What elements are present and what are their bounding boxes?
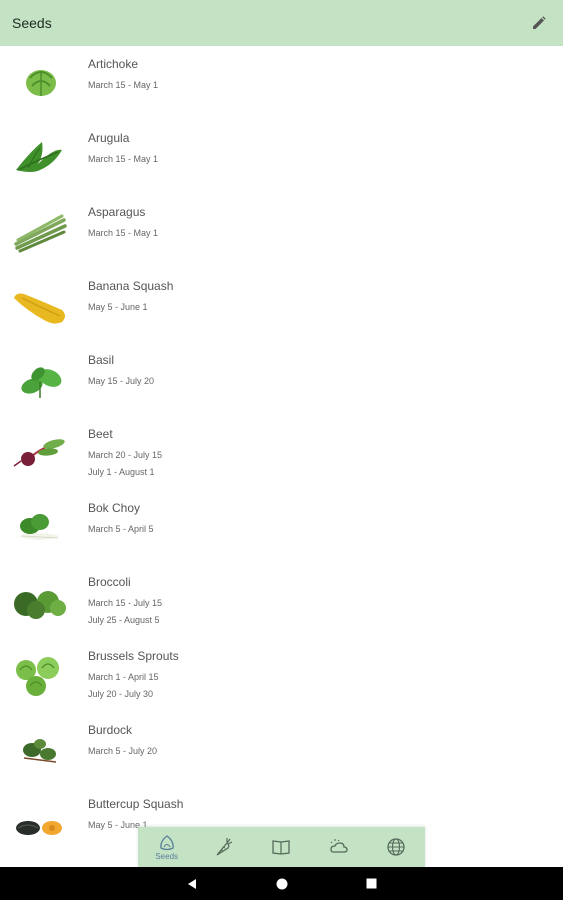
book-icon bbox=[272, 840, 291, 855]
planting-dates: March 15 - May 1 bbox=[88, 77, 158, 94]
back-icon bbox=[187, 878, 196, 889]
carrot-icon bbox=[216, 838, 233, 856]
page-title: Seeds bbox=[12, 15, 52, 31]
broccoli-image bbox=[14, 591, 66, 619]
date-range: July 1 - August 1 bbox=[88, 467, 155, 477]
seed-name: Brussels Sprouts bbox=[88, 649, 179, 663]
date-range: July 20 - July 30 bbox=[88, 689, 154, 699]
banana-squash-image bbox=[14, 293, 65, 324]
seed-name: Banana Squash bbox=[88, 279, 174, 293]
planting-dates: March 15 - May 1 bbox=[88, 225, 158, 242]
home-icon bbox=[276, 878, 287, 889]
seed-item-artichoke[interactable]: Artichoke March 15 - May 1 bbox=[0, 46, 563, 120]
date-range: March 5 - July 20 bbox=[88, 746, 158, 756]
seed-item-beet[interactable]: Beet March 20 - July 15 July 1 - August … bbox=[0, 416, 563, 490]
seed-item-arugula[interactable]: Arugula March 15 - May 1 bbox=[0, 120, 563, 194]
nav-globe[interactable] bbox=[368, 827, 424, 867]
planting-dates: March 20 - July 15 July 1 - August 1 bbox=[88, 447, 162, 481]
globe-icon bbox=[387, 838, 405, 856]
planting-dates: May 5 - June 1 bbox=[88, 299, 148, 316]
planting-dates: May 15 - July 20 bbox=[88, 373, 154, 390]
nav-label: Seeds bbox=[155, 852, 179, 861]
seed-item-basil[interactable]: Basil May 15 - July 20 bbox=[0, 342, 563, 416]
planting-dates: March 5 - April 5 bbox=[88, 521, 154, 538]
weather-icon bbox=[330, 839, 348, 853]
date-range: March 15 - July 15 bbox=[88, 598, 163, 608]
seed-item-burdock[interactable]: Burdock March 5 - July 20 bbox=[0, 712, 563, 786]
seed-name: Buttercup Squash bbox=[88, 797, 184, 811]
app-bar: Seeds bbox=[0, 0, 563, 46]
bottom-navigation: Seeds bbox=[138, 827, 425, 867]
bok-choy-image bbox=[18, 514, 60, 540]
date-range: March 20 - July 15 bbox=[88, 450, 163, 460]
seed-list: Artichoke March 15 - May 1 Arugula March… bbox=[0, 46, 563, 867]
nav-seeds[interactable]: Seeds bbox=[139, 827, 195, 867]
date-range: March 5 - April 5 bbox=[88, 524, 154, 534]
seed-name: Artichoke bbox=[88, 57, 139, 71]
nav-journal[interactable] bbox=[253, 827, 309, 867]
planting-dates: March 5 - July 20 bbox=[88, 743, 157, 760]
seed-item-broccoli[interactable]: Broccoli March 15 - July 15 July 25 - Au… bbox=[0, 564, 563, 638]
home-button[interactable] bbox=[252, 867, 312, 900]
seed-icon bbox=[159, 835, 174, 851]
seed-item-brussels-sprouts[interactable]: Brussels Sprouts March 1 - April 15 July… bbox=[0, 638, 563, 712]
back-button[interactable] bbox=[162, 867, 222, 900]
seed-name: Basil bbox=[88, 353, 115, 367]
basil-image bbox=[21, 367, 62, 398]
seed-name: Burdock bbox=[88, 723, 133, 737]
planting-dates: March 15 - July 15 July 25 - August 5 bbox=[88, 595, 162, 629]
seed-name: Bok Choy bbox=[88, 501, 141, 515]
seed-name: Asparagus bbox=[88, 205, 146, 219]
artichoke-image bbox=[26, 70, 56, 96]
date-range: March 1 - April 15 bbox=[88, 672, 159, 682]
date-range: May 15 - July 20 bbox=[88, 376, 155, 386]
asparagus-image bbox=[14, 214, 67, 253]
arugula-image bbox=[16, 142, 62, 172]
buttercup-squash-image bbox=[16, 821, 62, 835]
nav-weather[interactable] bbox=[311, 827, 367, 867]
date-range: March 15 - May 1 bbox=[88, 154, 159, 164]
planting-dates: March 15 - May 1 bbox=[88, 151, 158, 168]
seed-name: Arugula bbox=[88, 131, 130, 145]
system-navigation-bar bbox=[0, 867, 563, 900]
brussels-sprouts-image bbox=[16, 657, 59, 696]
seed-item-asparagus[interactable]: Asparagus March 15 - May 1 bbox=[0, 194, 563, 268]
planting-dates: March 1 - April 15 July 20 - July 30 bbox=[88, 669, 159, 703]
seed-item-banana-squash[interactable]: Banana Squash May 5 - June 1 bbox=[0, 268, 563, 342]
date-range: March 15 - May 1 bbox=[88, 228, 159, 238]
date-range: March 15 - May 1 bbox=[88, 80, 159, 90]
seed-name: Broccoli bbox=[88, 575, 131, 589]
recents-button[interactable] bbox=[342, 867, 402, 900]
recents-icon bbox=[366, 878, 377, 889]
seed-name: Beet bbox=[88, 427, 113, 441]
beet-image bbox=[13, 439, 65, 467]
burdock-image bbox=[23, 739, 57, 763]
nav-plants[interactable] bbox=[196, 827, 252, 867]
date-range: May 5 - June 1 bbox=[88, 302, 148, 312]
date-range: July 25 - August 5 bbox=[88, 615, 160, 625]
seed-item-bok-choy[interactable]: Bok Choy March 5 - April 5 bbox=[0, 490, 563, 564]
pencil-icon[interactable] bbox=[527, 11, 551, 35]
